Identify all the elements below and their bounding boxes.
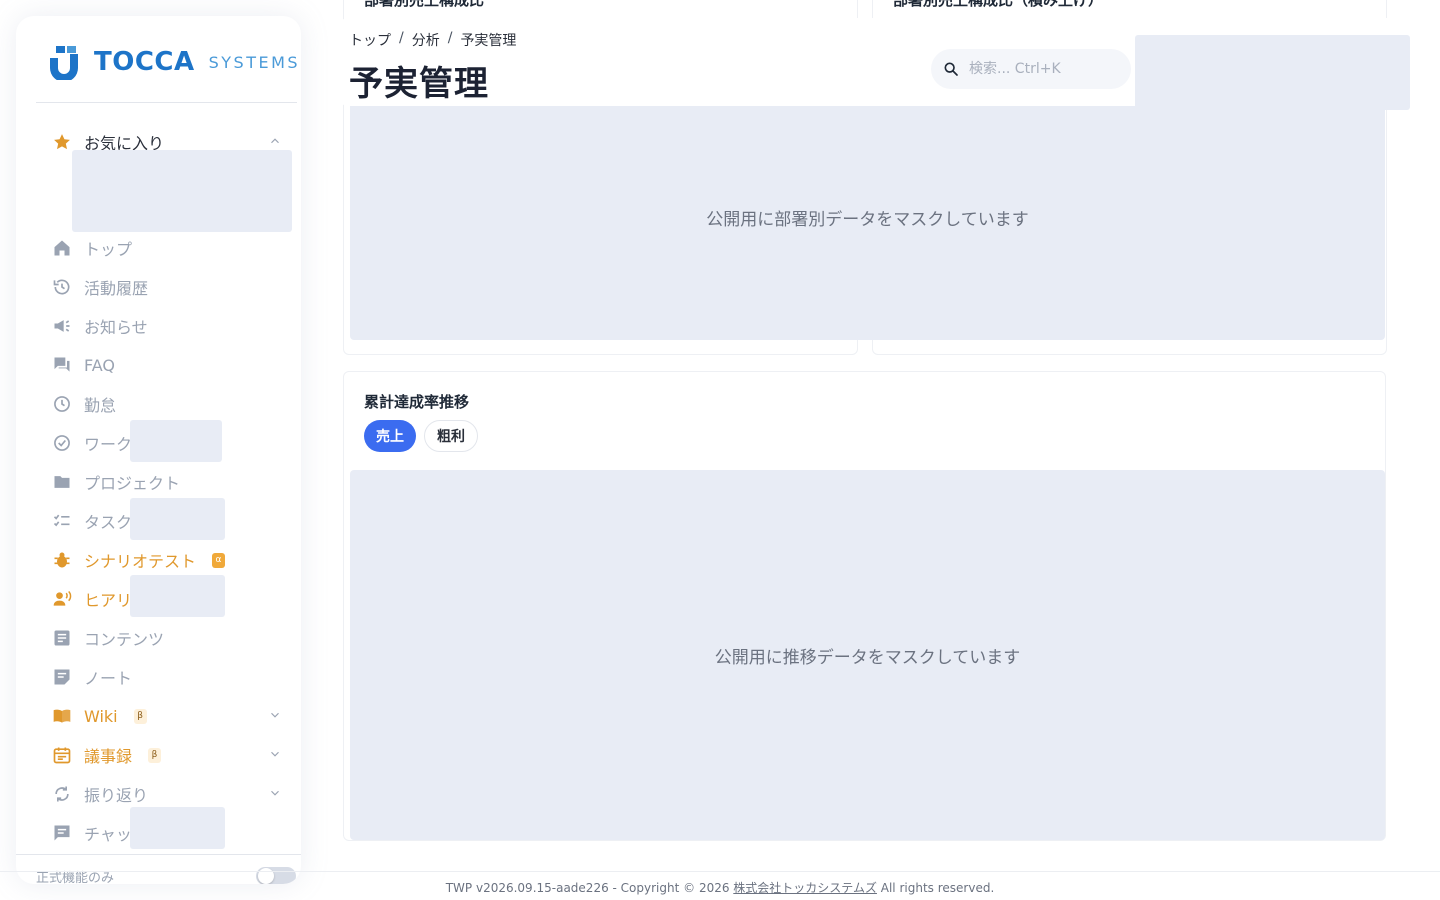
dept-ratio-title: 部署別売上構成比 (364, 0, 485, 9)
sidebar-item-label: 振り返り (84, 786, 149, 805)
page-footer: TWP v2026.09.15-aade226 - Copyright © 20… (0, 871, 1440, 900)
sidebar-item-label: タスク (84, 513, 133, 532)
book-icon (53, 709, 71, 723)
folder-icon (54, 476, 70, 488)
megaphone-icon (54, 320, 70, 332)
hearing-mask (130, 575, 225, 617)
bug-icon (54, 552, 70, 568)
trend-data-mask: 公開用に推移データをマスクしています (350, 470, 1385, 840)
work-mask (130, 420, 222, 462)
chevron-down-icon[interactable] (268, 747, 282, 761)
search-box[interactable] (931, 49, 1131, 89)
favorites-mask (72, 150, 292, 232)
breadcrumb-analysis[interactable]: 分析 (412, 30, 440, 50)
forum-icon (54, 357, 70, 372)
sidebar-item-work[interactable]: ワーク (52, 429, 132, 457)
calendar-icon (53, 747, 71, 764)
brand-logo[interactable]: TOCCA SYSTEMS (48, 44, 300, 80)
trend-mask-text: 公開用に推移データをマスクしています (714, 647, 1021, 668)
sidebar-item-label: 勤怠 (84, 396, 117, 415)
dept-ratio-stacked-title: 部署別売上構成比（積み上げ） (893, 0, 1104, 9)
sidebar: TOCCA SYSTEMS お気に入り トップ 活動履歴 お知らせ FAQ 勤怠… (16, 16, 301, 884)
search-icon (944, 62, 958, 76)
article-icon (54, 630, 70, 646)
sidebar-item-scenario-test[interactable]: シナリオテスト α (52, 546, 226, 574)
sidebar-item-label: ノート (84, 669, 133, 688)
footer-company-link[interactable]: 株式会社トッカシステムズ (733, 881, 877, 895)
chip-gross-profit[interactable]: 粗利 (424, 420, 478, 452)
sidebar-item-task[interactable]: タスク (52, 507, 132, 535)
breadcrumb-separator: / (399, 30, 404, 46)
dept-data-mask: 公開用に部署別データをマスクしています (350, 95, 1385, 340)
page-header: トップ / 分析 / 予実管理 予実管理 (335, 18, 1410, 110)
sidebar-item-note[interactable]: ノート (52, 663, 132, 691)
home-icon (54, 240, 70, 256)
alpha-badge: α (212, 552, 226, 568)
sidebar-item-retrospective[interactable]: 振り返り (52, 780, 288, 808)
breadcrumb-top[interactable]: トップ (349, 30, 391, 50)
brand-suffix: SYSTEMS (208, 52, 301, 72)
check-circle-icon (54, 435, 70, 451)
sidebar-item-label: お知らせ (84, 318, 148, 337)
sidebar-item-minutes[interactable]: 議事録 β (52, 741, 288, 769)
sidebar-item-label: Wiki (84, 706, 118, 726)
sidebar-item-label: トップ (84, 240, 133, 259)
checklist-icon (53, 514, 70, 527)
task-mask (130, 498, 225, 540)
chip-sales[interactable]: 売上 (364, 420, 416, 452)
sidebar-item-hearing[interactable]: ヒアリ (52, 585, 132, 613)
note-icon (54, 669, 70, 685)
sidebar-item-label: ヒアリ (84, 591, 133, 610)
star-icon (54, 134, 70, 150)
sidebar-item-attendance[interactable]: 勤怠 (52, 390, 116, 418)
footer-copyright: TWP v2026.09.15-aade226 - Copyright © 20… (445, 881, 734, 895)
sidebar-item-label: コンテンツ (84, 630, 165, 649)
brand-name: TOCCA (94, 47, 195, 77)
header-user-mask (1135, 35, 1410, 110)
beta-badge: β (148, 747, 162, 763)
sidebar-item-contents[interactable]: コンテンツ (52, 624, 164, 652)
tocca-logo-icon (50, 46, 78, 80)
chat-mask (130, 807, 225, 849)
sidebar-item-top[interactable]: トップ (52, 234, 132, 262)
chevron-up-icon[interactable] (268, 134, 282, 148)
sidebar-item-chat[interactable]: チャッ (52, 819, 132, 847)
search-input[interactable] (969, 49, 1119, 89)
chevron-down-icon[interactable] (268, 708, 282, 722)
chat-icon (54, 825, 70, 841)
trend-title: 累計達成率推移 (364, 393, 470, 411)
breadcrumb-current: 予実管理 (460, 33, 517, 49)
breadcrumb-separator: / (447, 30, 453, 46)
refresh-icon (55, 786, 69, 802)
sidebar-item-news[interactable]: お知らせ (52, 312, 148, 340)
sidebar-item-label: 活動履歴 (84, 279, 149, 298)
clock-icon (54, 396, 70, 412)
sidebar-item-label: 議事録 (84, 747, 133, 766)
footer-rights: All rights reserved. (876, 881, 995, 895)
breadcrumb: トップ / 分析 / 予実管理 (349, 30, 516, 50)
sidebar-item-label: FAQ (84, 355, 115, 375)
logo-divider (36, 102, 297, 103)
page-title: 予実管理 (349, 64, 489, 104)
sidebar-item-history[interactable]: 活動履歴 (52, 273, 148, 301)
sidebar-item-project[interactable]: プロジェクト (52, 468, 180, 496)
dept-mask-text: 公開用に部署別データをマスクしています (706, 210, 1029, 230)
sidebar-item-label: プロジェクト (84, 474, 181, 493)
sidebar-item-faq[interactable]: FAQ (52, 351, 115, 379)
sidebar-item-label: チャッ (84, 825, 132, 844)
sidebar-item-label: ワーク (84, 435, 133, 454)
voice-icon (53, 590, 72, 606)
sidebar-item-wiki[interactable]: Wiki β (52, 702, 288, 730)
beta-badge: β (133, 708, 147, 724)
history-icon (53, 279, 70, 295)
sidebar-item-label: シナリオテスト (84, 552, 197, 571)
chevron-down-icon[interactable] (268, 786, 282, 800)
